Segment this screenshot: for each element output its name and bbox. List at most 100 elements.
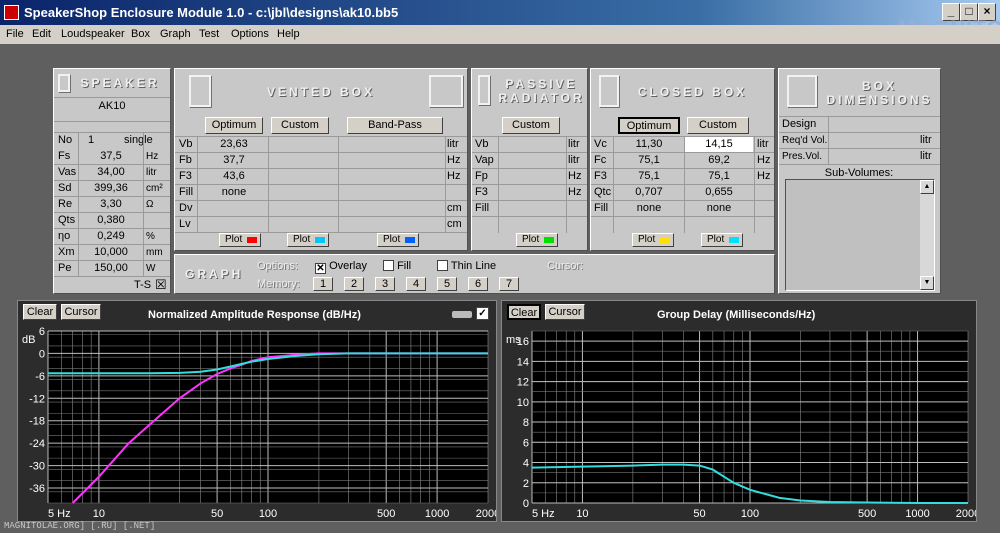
vented-value-2[interactable]: [339, 169, 449, 184]
overlay-checkbox[interactable]: ✕: [315, 263, 326, 274]
no-value[interactable]: 1: [88, 133, 94, 149]
vented-value-1[interactable]: [269, 185, 339, 200]
passive-value[interactable]: [500, 169, 564, 184]
vented-value-0[interactable]: [199, 201, 269, 216]
title-bar[interactable]: SpeakerShop Enclosure Module 1.0 - c:\jb…: [0, 0, 1000, 25]
closed-plot-custom-button[interactable]: Plot: [701, 233, 743, 247]
passive-plot-button[interactable]: Plot: [516, 233, 558, 247]
closed-value-1[interactable]: 14,15: [685, 137, 753, 152]
speaker-model[interactable]: AK10: [54, 99, 170, 115]
amp-clear-button[interactable]: Clear: [23, 304, 57, 320]
param-value-Sd[interactable]: 399,36: [81, 181, 141, 196]
gd-cursor-button[interactable]: Cursor: [545, 304, 585, 320]
memory-button-1[interactable]: 1: [313, 277, 333, 291]
dims-value[interactable]: [829, 133, 917, 148]
group-delay-chart[interactable]: 1614121086420ms5 Hz105010050010002000: [502, 323, 976, 521]
menu-loudspeaker[interactable]: Loudspeaker: [61, 28, 125, 40]
vented-plot-optimum-button[interactable]: Plot: [219, 233, 261, 247]
param-value-Xm[interactable]: 10,000: [81, 245, 141, 260]
menu-file[interactable]: File: [6, 28, 24, 40]
grid-line: [779, 164, 940, 165]
vented-value-2[interactable]: [339, 137, 449, 152]
menu-options[interactable]: Options: [231, 28, 269, 40]
vented-optimum-button[interactable]: Optimum: [205, 117, 263, 134]
menu-help[interactable]: Help: [277, 28, 300, 40]
vented-value-1[interactable]: [269, 217, 339, 232]
memory-button-3[interactable]: 3: [375, 277, 395, 291]
mode-value[interactable]: single: [124, 133, 153, 149]
vented-value-0[interactable]: 43,6: [199, 169, 269, 184]
y-tick-label: -24: [29, 438, 45, 450]
vented-bandpass-button[interactable]: Band-Pass: [347, 117, 443, 134]
passive-row-label: Fp: [475, 170, 488, 182]
amp-overlay-checkbox[interactable]: ✓: [476, 307, 489, 320]
print-icon[interactable]: [452, 311, 472, 318]
gd-clear-button[interactable]: Clear: [507, 304, 541, 320]
closed-custom-button[interactable]: Custom: [687, 117, 749, 134]
param-value-Qts[interactable]: 0,380: [81, 213, 141, 228]
vented-value-0[interactable]: 23,63: [199, 137, 269, 152]
param-value-Fs[interactable]: 37,5: [81, 149, 141, 164]
sub-volumes-scrollbar[interactable]: ▲ ▼: [920, 180, 934, 290]
scroll-down-icon[interactable]: ▼: [920, 276, 934, 290]
vented-value-1[interactable]: [269, 153, 339, 168]
closed-value-0[interactable]: 11,30: [615, 137, 683, 152]
closed-value-1[interactable]: 0,655: [685, 185, 753, 200]
scroll-up-icon[interactable]: ▲: [920, 180, 934, 194]
y-tick-label: -30: [29, 461, 45, 473]
vented-value-2[interactable]: [339, 185, 449, 200]
fill-option[interactable]: Fill: [383, 259, 411, 275]
memory-button-5[interactable]: 5: [437, 277, 457, 291]
passive-row-unit: litr: [568, 154, 580, 166]
param-value-Pe[interactable]: 150,00: [81, 261, 141, 276]
vented-custom-button[interactable]: Custom: [271, 117, 329, 134]
dims-value[interactable]: [829, 149, 917, 164]
passive-custom-button[interactable]: Custom: [502, 117, 560, 134]
vented-value-2[interactable]: [339, 201, 449, 216]
closed-value-0[interactable]: 75,1: [615, 153, 683, 168]
closed-value-1[interactable]: 75,1: [685, 169, 753, 184]
vented-plot-custom-button[interactable]: Plot: [287, 233, 329, 247]
passive-value[interactable]: [500, 185, 564, 200]
vented-value-0[interactable]: 37,7: [199, 153, 269, 168]
closed-plot-optimum-button[interactable]: Plot: [632, 233, 674, 247]
param-value-ηo[interactable]: 0,249: [81, 229, 141, 244]
vented-value-1[interactable]: [269, 169, 339, 184]
ts-checkbox[interactable]: ☒: [155, 277, 167, 293]
memory-button-6[interactable]: 6: [468, 277, 488, 291]
closed-optimum-button[interactable]: Optimum: [618, 117, 680, 134]
menu-edit[interactable]: Edit: [32, 28, 51, 40]
thin-line-option[interactable]: Thin Line: [437, 259, 496, 275]
vented-value-0[interactable]: [199, 217, 269, 232]
overlay-option[interactable]: ✕ Overlay: [315, 259, 367, 275]
vented-value-0[interactable]: none: [199, 185, 269, 200]
closed-value-0[interactable]: 75,1: [615, 169, 683, 184]
y-tick-label: 0: [39, 348, 45, 360]
closed-value-0[interactable]: 0,707: [615, 185, 683, 200]
vented-value-2[interactable]: [339, 153, 449, 168]
fill-checkbox[interactable]: [383, 260, 394, 271]
closed-value-1[interactable]: none: [685, 201, 753, 216]
param-value-Re[interactable]: 3,30: [81, 197, 141, 212]
passive-value[interactable]: [500, 137, 564, 152]
vented-plot-bandpass-button[interactable]: Plot: [377, 233, 419, 247]
dims-value[interactable]: [829, 117, 917, 132]
memory-button-2[interactable]: 2: [344, 277, 364, 291]
sub-volumes-list[interactable]: ▲ ▼: [785, 179, 935, 291]
menu-box[interactable]: Box: [131, 28, 150, 40]
thin-line-checkbox[interactable]: [437, 260, 448, 271]
menu-graph[interactable]: Graph: [160, 28, 191, 40]
closed-value-0[interactable]: none: [615, 201, 683, 216]
memory-button-7[interactable]: 7: [499, 277, 519, 291]
amplitude-chart[interactable]: 6 0 -6 -12 -18 -24 -30 -36 dB 5 Hz 10 50 100 500 1000 2…: [18, 323, 496, 521]
amp-cursor-button[interactable]: Cursor: [61, 304, 101, 320]
vented-value-2[interactable]: [339, 217, 449, 232]
passive-value[interactable]: [500, 153, 564, 168]
vented-value-1[interactable]: [269, 201, 339, 216]
menu-test[interactable]: Test: [199, 28, 219, 40]
param-value-Vas[interactable]: 34,00: [81, 165, 141, 180]
passive-value[interactable]: [500, 201, 564, 216]
closed-value-1[interactable]: 69,2: [685, 153, 753, 168]
memory-button-4[interactable]: 4: [406, 277, 426, 291]
vented-value-1[interactable]: [269, 137, 339, 152]
